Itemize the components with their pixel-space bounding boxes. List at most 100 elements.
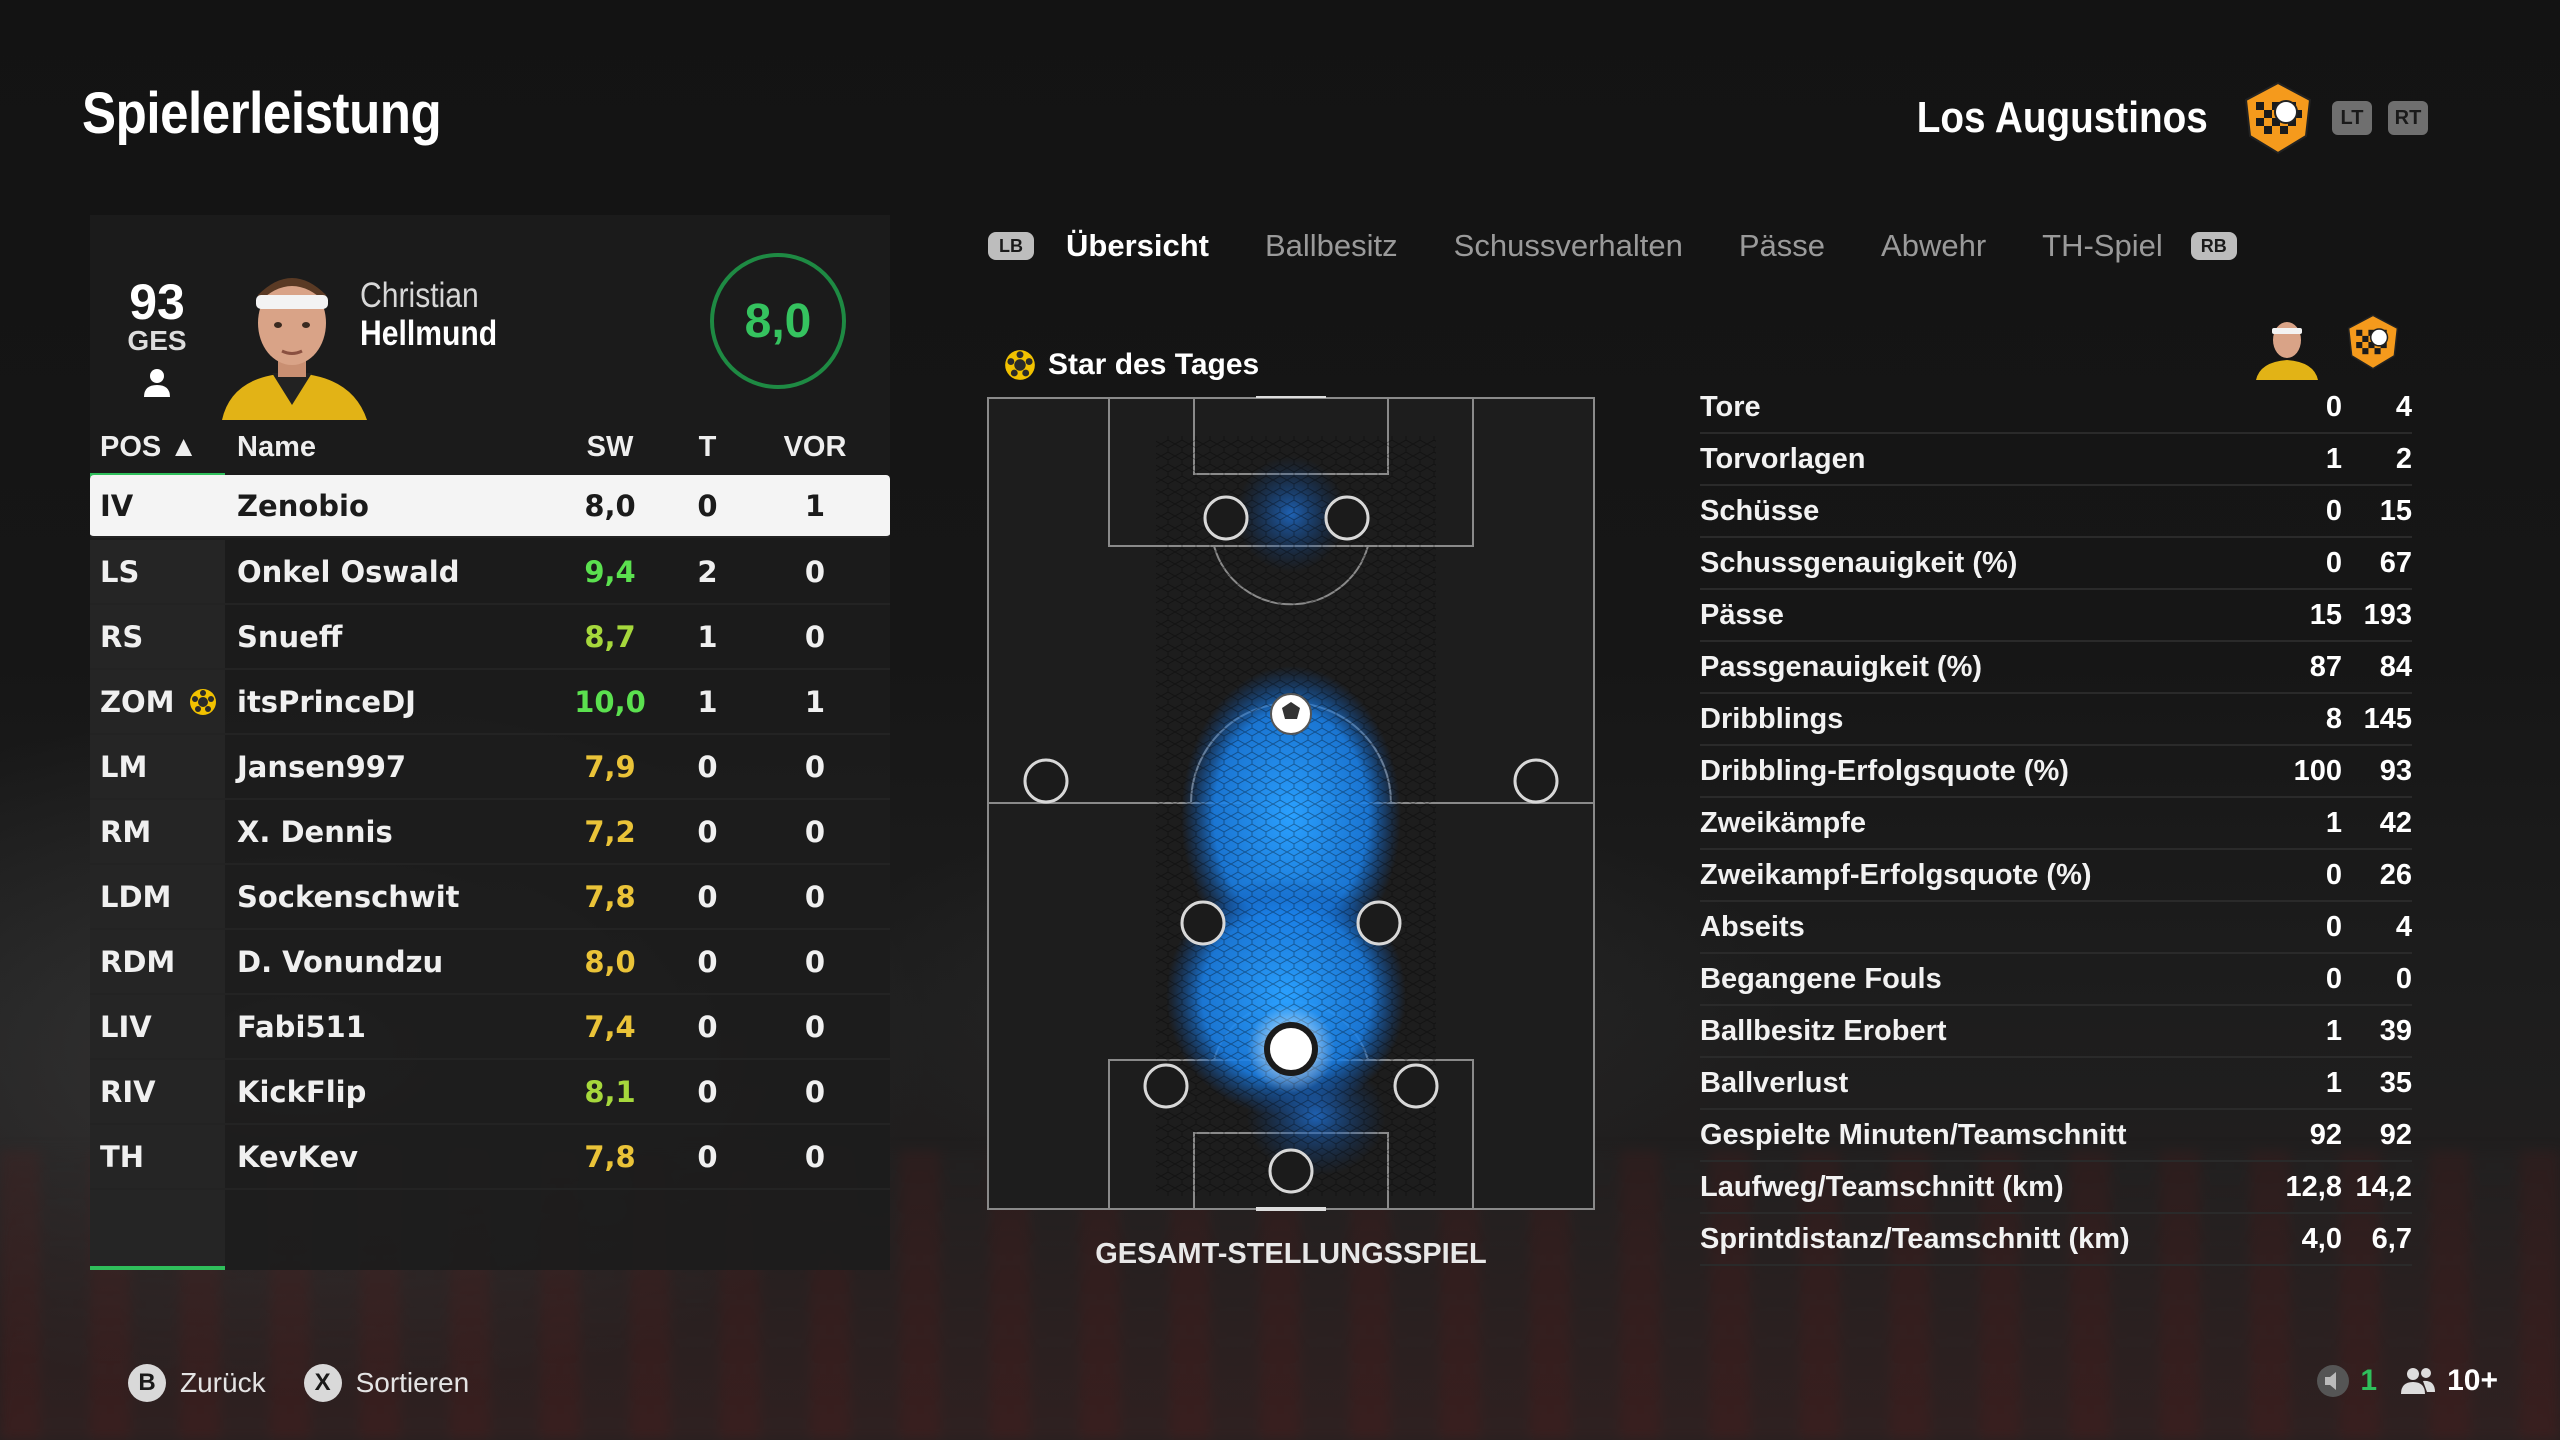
- header-pos[interactable]: POS ▲: [90, 431, 225, 464]
- row-name: Jansen997: [237, 749, 407, 784]
- rb-button[interactable]: RB: [2190, 232, 2237, 260]
- players-icon: [2401, 1368, 2436, 1394]
- row-vor: 0: [804, 879, 826, 914]
- stat-player-value: 0: [2325, 962, 2342, 995]
- rt-button[interactable]: RT: [2388, 101, 2428, 135]
- player-panel: 93 GES Christian Hellmund 8,0 POS ▲ Name: [90, 215, 890, 1270]
- table-row[interactable]: TH KevKev 7,8 0 0: [90, 1125, 890, 1190]
- match-rating: 8,0: [710, 253, 846, 389]
- table-row[interactable]: LIV Fabi511 7,4 0 0: [90, 995, 890, 1060]
- table-row[interactable]: IV Zenobio 8,0 0 1: [90, 475, 890, 538]
- row-sw: 10,0: [574, 684, 646, 719]
- table-row[interactable]: RIV KickFlip 8,1 0 0: [90, 1060, 890, 1125]
- stat-team-value: 15: [2379, 494, 2412, 527]
- stat-row: Schüsse 0 15: [1700, 486, 2412, 538]
- star-of-day-text: Star des Tages: [1048, 348, 1260, 381]
- x-button-icon[interactable]: X: [303, 1364, 342, 1402]
- row-pos: LM: [90, 735, 225, 798]
- player-portrait: [222, 278, 367, 420]
- b-button-icon[interactable]: B: [128, 1364, 166, 1402]
- row-vor: 0: [804, 749, 826, 784]
- position-column-filler: [90, 1190, 225, 1270]
- table-row[interactable]: LS Onkel Oswald 9,4 2 0: [90, 540, 890, 605]
- row-t: 0: [697, 488, 718, 523]
- table-row[interactable]: LM Jansen997 7,9 0 0: [90, 735, 890, 800]
- team-crest-small-icon: [2347, 314, 2399, 370]
- sort-label[interactable]: Sortieren: [356, 1367, 470, 1399]
- stat-label: Pässe: [1700, 598, 1784, 631]
- stat-row: Tore 0 4: [1700, 382, 2412, 434]
- table-row[interactable]: RM X. Dennis 7,2 0 0: [90, 800, 890, 865]
- stat-player-value: 4,0: [2301, 1222, 2342, 1255]
- row-t: 0: [697, 1009, 718, 1044]
- row-sw: 8,0: [584, 944, 636, 979]
- stat-row: Laufweg/Teamschnitt (km) 12,8 14,2: [1700, 1162, 2412, 1214]
- tab-shooting[interactable]: Schussverhalten: [1454, 228, 1683, 264]
- stat-team-value: 26: [2379, 858, 2412, 891]
- row-sw: 7,8: [584, 879, 636, 914]
- stat-player-value: 0: [2325, 494, 2342, 527]
- team-header: Los Augustinos LT RT: [1877, 80, 2428, 156]
- table-row[interactable]: ZOM itsPrinceDJ 10,0 1 1: [90, 670, 890, 735]
- stat-team-value: 42: [2379, 806, 2412, 839]
- row-pos: IV: [100, 488, 134, 523]
- mute-icon: [2317, 1365, 2350, 1397]
- position-heatmap: [987, 396, 1595, 1211]
- row-pos: RS: [90, 605, 225, 668]
- row-sw: 8,7: [584, 619, 636, 654]
- stat-row: Begangene Fouls 0 0: [1700, 954, 2412, 1006]
- row-sw: 8,1: [584, 1074, 636, 1109]
- row-name: Onkel Oswald: [237, 554, 460, 589]
- stat-team-value: 84: [2379, 650, 2412, 683]
- lt-button[interactable]: LT: [2332, 101, 2372, 135]
- row-name: D. Vonundzu: [237, 944, 444, 979]
- stat-player-value: 87: [2309, 650, 2342, 683]
- tab-possession[interactable]: Ballbesitz: [1265, 228, 1398, 264]
- stat-label: Ballbesitz Erobert: [1700, 1014, 1947, 1047]
- stat-label: Passgenauigkeit (%): [1700, 650, 1983, 683]
- row-sw: 7,8: [584, 1139, 636, 1174]
- header-t[interactable]: T: [660, 431, 755, 464]
- row-name: itsPrinceDJ: [237, 684, 416, 719]
- stats-table: Tore 0 4 Torvorlagen 1 2 Schüsse 0 15 Schussge…: [1700, 382, 2412, 1266]
- overall-label: GES: [127, 325, 187, 356]
- row-name: Snueff: [237, 619, 343, 654]
- row-t: 0: [697, 944, 718, 979]
- footer-controls: B Zurück X Sortieren: [128, 1364, 469, 1402]
- table-row[interactable]: RDM D. Vonundzu 8,0 0 0: [90, 930, 890, 995]
- star-of-day-icon: [189, 688, 216, 715]
- row-vor: 0: [804, 1074, 826, 1109]
- table-row[interactable]: LDM Sockenschwit 7,8 0 0: [90, 865, 890, 930]
- stat-player-value: 0: [2325, 390, 2342, 423]
- row-vor: 0: [804, 944, 826, 979]
- stat-label: Schussgenauigkeit (%): [1700, 546, 2018, 579]
- row-t: 2: [697, 554, 718, 589]
- stat-player-value: 1: [2325, 1014, 2342, 1047]
- tab-goalkeeping[interactable]: TH-Spiel: [2042, 228, 2163, 264]
- stat-label: Dribbling-Erfolgsquote (%): [1700, 754, 2069, 787]
- row-pos: TH: [90, 1125, 225, 1188]
- stat-player-value: 15: [2309, 598, 2342, 631]
- stat-row: Passgenauigkeit (%) 87 84: [1700, 642, 2412, 694]
- row-t: 0: [697, 749, 718, 784]
- tab-passing[interactable]: Pässe: [1739, 228, 1825, 264]
- table-row[interactable]: RS Snueff 8,7 1 0: [90, 605, 890, 670]
- row-t: 0: [697, 879, 718, 914]
- stat-team-value: 67: [2379, 546, 2412, 579]
- stat-player-value: 0: [2325, 858, 2342, 891]
- tab-defending[interactable]: Abwehr: [1881, 228, 1986, 264]
- header-name[interactable]: Name: [225, 431, 560, 464]
- back-label[interactable]: Zurück: [180, 1367, 266, 1399]
- tab-overview[interactable]: Übersicht: [1066, 228, 1209, 264]
- header-vor[interactable]: VOR: [755, 431, 875, 464]
- header-sw[interactable]: SW: [560, 431, 660, 464]
- stat-row: Abseits 0 4: [1700, 902, 2412, 954]
- player-avatar-icon: [2256, 322, 2318, 380]
- row-t: 1: [697, 684, 718, 719]
- stat-team-value: 92: [2379, 1118, 2412, 1151]
- row-t: 0: [697, 814, 718, 849]
- stat-label: Abseits: [1700, 910, 1805, 943]
- lb-button[interactable]: LB: [988, 232, 1034, 260]
- players-count: 10+: [2447, 1364, 2498, 1397]
- stat-player-value: 92: [2309, 1118, 2342, 1151]
